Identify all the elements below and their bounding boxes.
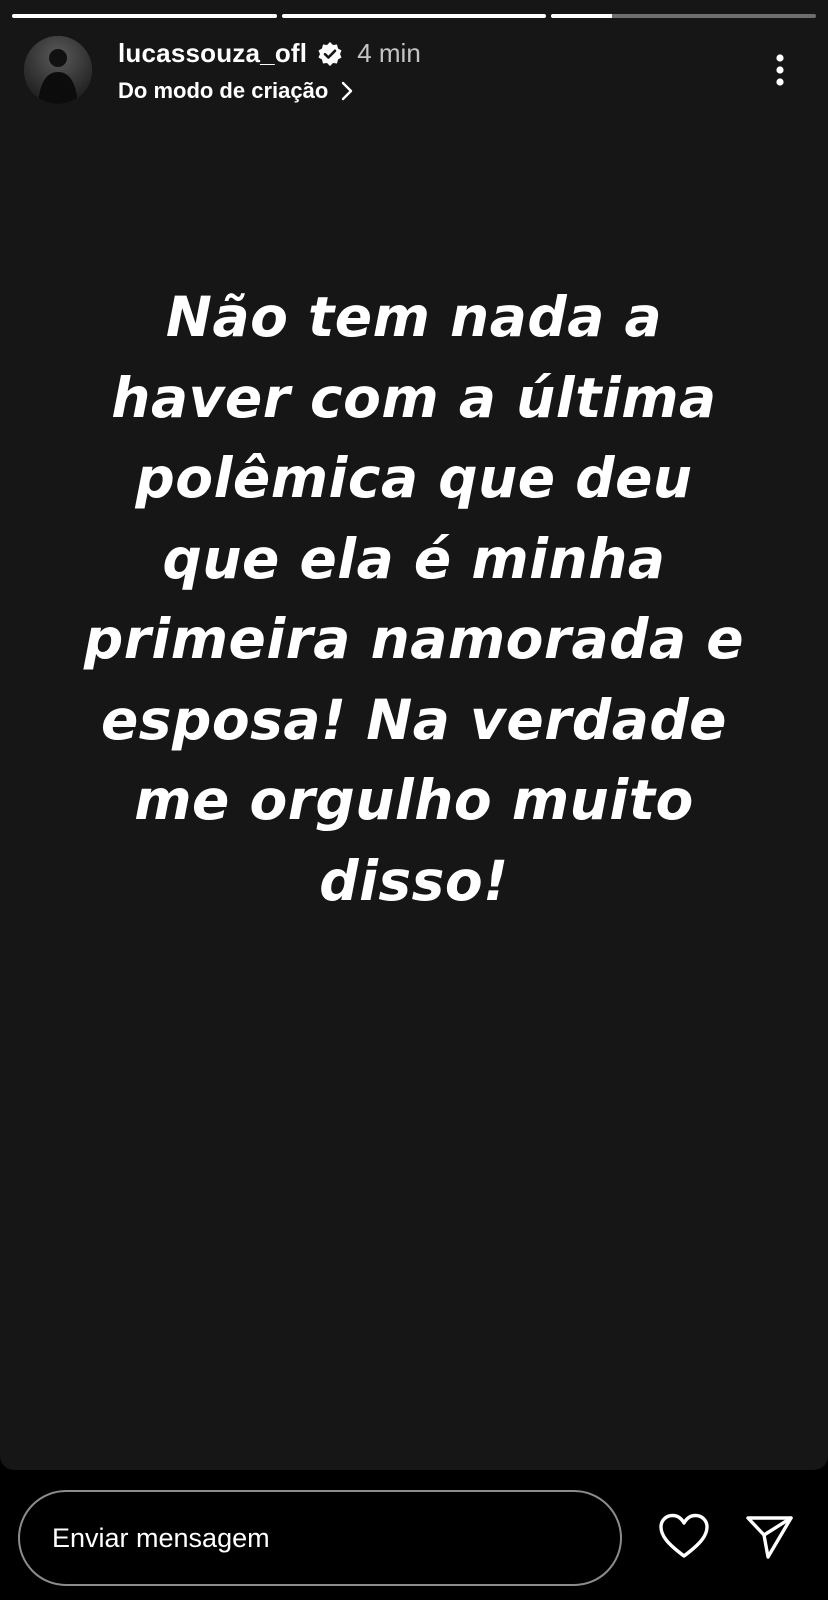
post-time: 4 min: [357, 38, 421, 68]
story-text: Não tem nada a haver com a última polêmi…: [40, 277, 788, 921]
story-text-line: me orgulho muito: [134, 768, 694, 832]
story-text-line: polêmica que deu: [135, 446, 693, 510]
story-text-line: haver com a última: [111, 365, 717, 430]
reply-bar: Enviar mensagem: [0, 1470, 828, 1600]
creation-mode-link[interactable]: Do modo de criação: [118, 78, 354, 104]
story-text-line: que ela é minha: [162, 526, 666, 591]
story-viewer[interactable]: lucassouza_ofl 4 min Do modo de criação: [0, 0, 828, 1470]
creation-mode-label: Do modo de criação: [118, 78, 329, 103]
username-row: lucassouza_ofl 4 min: [118, 38, 421, 69]
progress-segment: [281, 14, 547, 18]
story-text-line: primeira namorada e: [83, 607, 745, 671]
chevron-right-icon: [340, 80, 354, 102]
message-input[interactable]: Enviar mensagem: [18, 1490, 622, 1586]
verified-badge-icon: [317, 41, 343, 67]
send-icon[interactable]: [744, 1512, 796, 1562]
progress-fill: [281, 14, 547, 18]
progress-fill: [551, 14, 613, 18]
story-text-line: esposa! Na verdade: [100, 687, 727, 752]
more-vertical-icon[interactable]: [768, 50, 792, 90]
progress-segment: [551, 14, 817, 18]
story-text-line: disso!: [319, 848, 509, 913]
story-header: lucassouza_ofl 4 min Do modo de criação: [24, 36, 804, 106]
username[interactable]: lucassouza_ofl: [118, 38, 307, 69]
avatar-image: [24, 36, 92, 104]
progress-segment: [12, 14, 277, 18]
message-placeholder: Enviar mensagem: [52, 1522, 270, 1553]
story-text-line: Não tem nada a: [165, 285, 663, 349]
avatar[interactable]: [24, 36, 92, 104]
heart-icon[interactable]: [658, 1512, 710, 1562]
progress-fill: [12, 14, 277, 18]
story-progress-bar: [12, 14, 817, 18]
